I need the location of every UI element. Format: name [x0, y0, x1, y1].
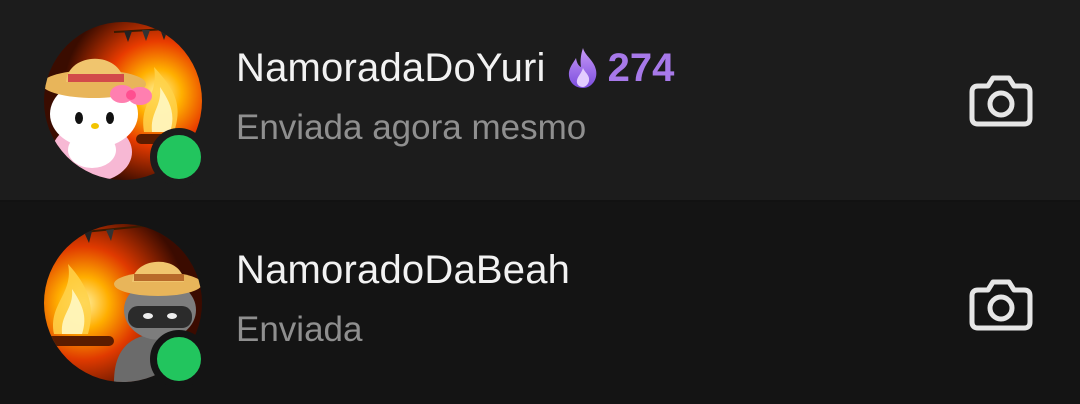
chat-list: NamoradaDoYuri 274 Enviada agora mesmo N…	[0, 0, 1080, 404]
camera-icon	[969, 279, 1033, 331]
online-status-indicator	[150, 330, 208, 388]
avatar[interactable]	[44, 22, 208, 186]
avatar[interactable]	[44, 224, 208, 388]
streak-count: 274	[607, 45, 675, 90]
online-status-indicator	[150, 128, 208, 186]
chat-row-namoradodabeah[interactable]: NamoradoDaBeah Enviada	[0, 202, 1080, 404]
name-line: NamoradoDaBeah	[236, 246, 570, 294]
camera-icon	[969, 75, 1033, 127]
message-status: Enviada agora mesmo	[236, 108, 587, 147]
contact-name: NamoradoDaBeah	[236, 247, 571, 292]
contact-name: NamoradaDoYuri	[236, 45, 546, 90]
camera-button[interactable]	[968, 276, 1034, 332]
name-line: NamoradaDoYuri 274	[236, 44, 674, 92]
camera-button[interactable]	[968, 72, 1034, 128]
fire-icon	[568, 48, 596, 88]
message-status: Enviada	[236, 310, 363, 349]
chat-row-namoradadoyuri[interactable]: NamoradaDoYuri 274 Enviada agora mesmo	[0, 0, 1080, 200]
streak-badge: 274	[564, 45, 675, 91]
